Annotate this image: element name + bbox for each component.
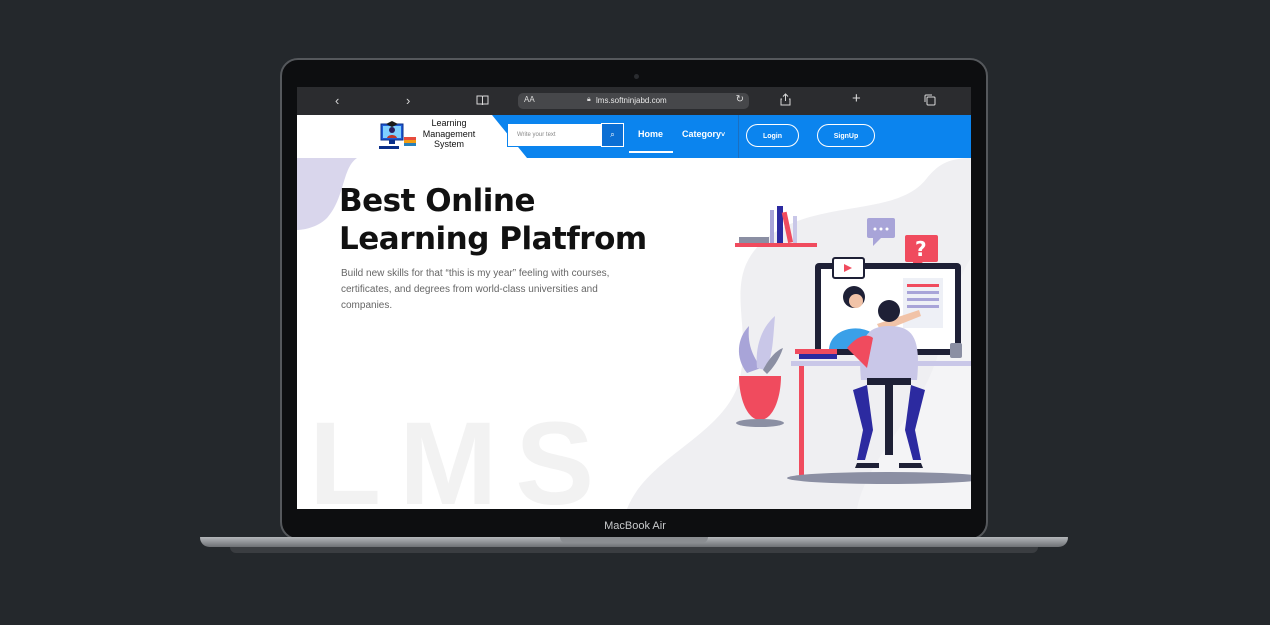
search-placeholder: Write your text: [517, 132, 556, 138]
book-icon[interactable]: [476, 94, 489, 110]
chat-bubble-icon: [867, 218, 895, 246]
hero-description: Build new skills for that “this is my ye…: [341, 268, 610, 311]
browser-screen: ‹ › AA 🔒︎ lms.softninjabd.com ↻ + Learni…: [297, 87, 971, 509]
hero-section: LMS Best Online Learning Platfrom Build …: [297, 158, 971, 509]
nav-divider: [738, 115, 739, 158]
hero-title-line-1: Best Online: [339, 183, 536, 219]
share-icon[interactable]: [780, 93, 791, 110]
nav-home[interactable]: Home: [638, 129, 663, 139]
reload-icon[interactable]: ↻: [736, 94, 744, 105]
site-navbar: Learning Management System Write your te…: [297, 115, 971, 158]
chevron-right-icon[interactable]: ›: [406, 93, 410, 109]
plus-icon[interactable]: +: [852, 91, 861, 107]
tabs-icon[interactable]: [924, 94, 936, 110]
device-label: MacBook Air: [604, 520, 666, 532]
search-icon: ⌕: [610, 130, 615, 139]
laptop-notch: [560, 537, 708, 543]
active-nav-indicator: [629, 151, 673, 153]
hero-title: Best Online Learning Platfrom: [339, 182, 659, 258]
search-input[interactable]: Write your text: [507, 123, 602, 147]
lock-icon: 🔒︎: [587, 96, 591, 103]
nav-category-label: Category: [682, 129, 722, 139]
nav-category[interactable]: Category˅: [682, 129, 725, 139]
text-size-button[interactable]: AA: [524, 95, 535, 104]
chevron-down-icon: ˅: [721, 132, 726, 139]
lms-logo-icon[interactable]: [379, 119, 417, 151]
logo-line-3: System: [433, 139, 464, 149]
search-button[interactable]: ⌕: [601, 123, 624, 147]
browser-toolbar: ‹ › AA 🔒︎ lms.softninjabd.com ↻ +: [297, 87, 971, 115]
chevron-left-icon[interactable]: ‹: [335, 93, 339, 109]
svg-text:?: ?: [915, 237, 927, 261]
url-text[interactable]: lms.softninjabd.com: [596, 96, 667, 105]
logo-line-1: Learning: [431, 118, 467, 128]
logo-text[interactable]: Learning Management System: [419, 118, 479, 150]
laptop-shadow: [230, 547, 1038, 553]
logo-line-2: Management: [422, 128, 476, 139]
plant-pot-icon: [736, 316, 784, 427]
bookshelf-icon: [735, 206, 817, 247]
camera-dot: [634, 74, 639, 79]
address-bar[interactable]: AA 🔒︎ lms.softninjabd.com ↻: [518, 93, 749, 109]
hero-illustration: ?: [735, 206, 971, 484]
signup-button[interactable]: SignUp: [817, 124, 875, 147]
login-button[interactable]: Login: [746, 124, 799, 147]
hero-title-line-2: Learning Platfrom: [339, 221, 647, 257]
hero-watermark: LMS: [309, 398, 613, 509]
